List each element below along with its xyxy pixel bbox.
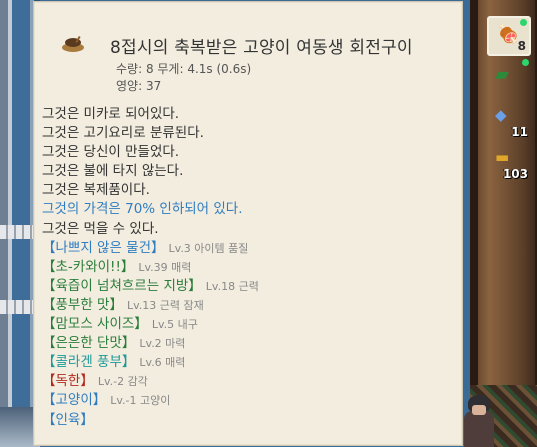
enchantment-row: 【육즙이 넘쳐흐르는 지방】 Lv.18 근력 [42,277,460,296]
enchantment-row: 【콜라겐 풍부】 Lv.6 매력 [42,353,460,372]
enchantment-row: 【나쁘지 않은 물건】 Lv.3 아이템 품질 [42,239,460,258]
enchantment-name: 【인육】 [42,411,94,428]
enchantment-detail: Lv.39 매력 [138,260,192,274]
enchantment-row: 【초-카와이!!】 Lv.39 매력 [42,258,460,277]
inventory-slot-scroll[interactable]: ▰ [487,58,531,98]
slot-count: 103 [502,167,528,181]
enchantment-name: 【독한】 [42,373,94,390]
enchantment-detail: Lv.5 내구 [151,318,198,332]
character-body [464,411,494,447]
enchantment-detail: Lv.18 근력 [205,279,259,293]
price-discount-line: 그것의 가격은 70% 인하되어 있다. [42,201,243,218]
enchantment-detail: Lv.3 아이템 품질 [168,241,249,255]
enchantment-name: 【풍부한 맛】 [42,296,123,313]
character-face [472,405,486,415]
enchantment-row: 【고양이】 Lv.-1 고양이 [42,391,460,410]
gold-bar-icon: ▬ [495,148,510,166]
enchantment-detail: Lv.-1 고양이 [110,394,171,408]
enchantment-name: 【고양이】 [42,392,107,409]
item-nutrition: 영양: 37 [116,79,162,93]
description-line: 그것은 미카로 되어있다. [42,106,180,122]
description-line: 그것은 불에 타지 않는다. [42,163,184,180]
new-item-dot [520,19,527,26]
description-line: 그것은 복제품이다. [42,182,150,199]
enchantment-detail: Lv.13 근력 잠재 [126,298,204,312]
enchantment-detail: Lv.2 마력 [139,337,186,351]
description-line: 그것은 고기요리로 분류된다. [42,125,204,142]
enchantment-name: 【나쁘지 않은 물건】 [42,239,165,256]
grilled-fish-icon: 🍖 [497,24,520,45]
enchantment-row: 【풍부한 맛】 Lv.13 근력 잠재 [42,296,460,315]
enchantment-name: 【은은한 단맛】 [42,335,136,352]
enchantment-detail: Lv.-2 감각 [97,375,148,389]
inventory-slot-grilled-fish[interactable]: 🍖 8 [487,16,531,56]
inventory-slot-gold[interactable]: ▬ 103 [487,142,531,182]
enchantment-row: 【맘모스 사이즈】 Lv.5 내구 [42,315,460,334]
item-title: 8접시의 축복받은 고양이 여동생 회전구이 [110,38,413,58]
enchantment-name: 【맘모스 사이즈】 [42,316,148,333]
slot-count: 11 [511,125,528,139]
green-scroll-icon: ▰ [495,64,509,85]
description-line: 그것은 먹을 수 있다. [42,220,159,237]
item-tooltip: 8접시의 축복받은 고양이 여동생 회전구이 수량: 8 무게: 4.1s (0… [33,1,463,446]
enchantment-name: 【콜라겐 풍부】 [42,354,136,371]
blue-ticket-icon: ◆ [495,106,507,124]
inventory-slot-ticket[interactable]: ◆ 11 [487,100,531,140]
enchantment-row: 【독한】 Lv.-2 감각 [42,372,460,391]
enchantment-row: 【은은한 단맛】 Lv.2 마력 [42,334,460,353]
enchantment-detail: Lv.6 매력 [139,356,186,370]
item-description: 그것은 미카로 되어있다. 그것은 고기요리로 분류된다. 그것은 당신이 만들… [42,105,460,430]
enchantment-name: 【초-카와이!!】 [42,258,135,275]
item-quantity-weight: 수량: 8 무게: 4.1s (0.6s) [116,62,252,76]
grilled-fish-plate-icon [62,35,84,52]
new-item-dot [522,59,529,66]
description-line: 그것은 당신이 만들었다. [42,144,180,161]
player-character[interactable] [462,395,496,447]
enchantment-name: 【육즙이 넘쳐흐르는 지방】 [42,277,202,294]
enchantment-row: 【인육】 [42,411,460,430]
